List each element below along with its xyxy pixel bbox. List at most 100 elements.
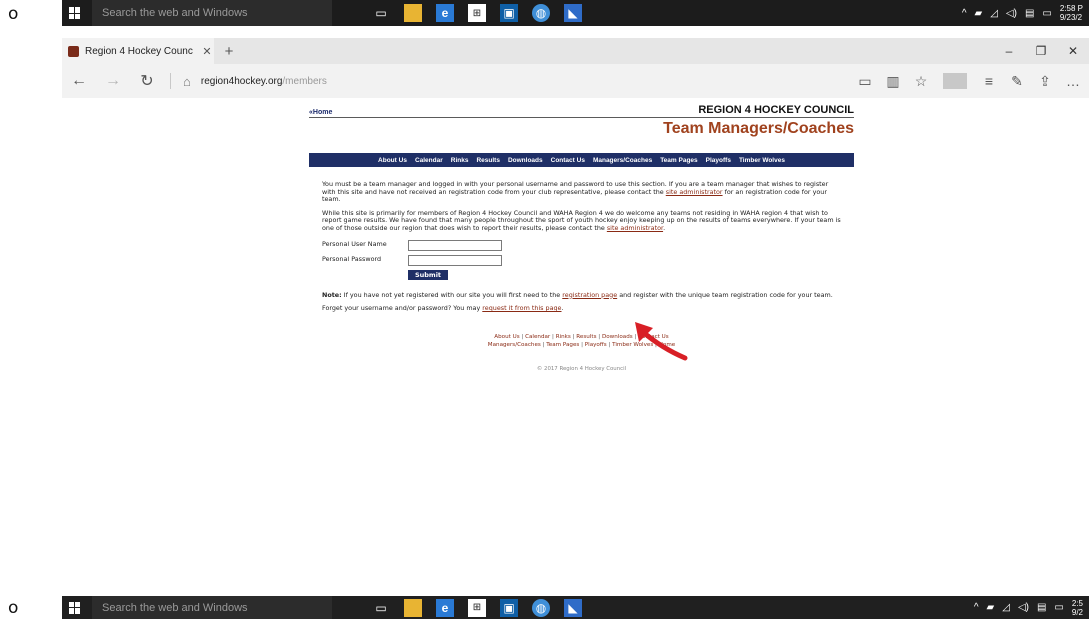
favorite-star-icon[interactable]: ☆ bbox=[909, 73, 933, 90]
windows-icon bbox=[69, 601, 81, 614]
more-icon[interactable]: … bbox=[1061, 73, 1085, 89]
media-icon[interactable]: ▣ bbox=[500, 4, 518, 22]
address-bar[interactable]: ⌂ region4hockey.org/members bbox=[183, 74, 327, 89]
close-tab-icon[interactable]: ✕ bbox=[200, 45, 214, 58]
globe-icon[interactable]: ◍ bbox=[532, 598, 550, 617]
chevron-up-icon[interactable]: ^ bbox=[962, 8, 967, 19]
margin-mark-top: o bbox=[8, 4, 19, 24]
registration-page-link[interactable]: registration page bbox=[562, 291, 617, 299]
file-explorer-icon[interactable] bbox=[404, 598, 422, 617]
network-icon[interactable]: ▰ bbox=[987, 602, 995, 613]
action-center-icon[interactable]: ▤ bbox=[1037, 602, 1046, 613]
menu-managers-coaches[interactable]: Managers/Coaches bbox=[593, 157, 652, 164]
site-admin-link-2[interactable]: site administrator bbox=[607, 224, 663, 232]
margin-mark-bottom: o bbox=[8, 598, 19, 618]
edge-icon[interactable]: e bbox=[436, 4, 454, 22]
keyboard-icon[interactable]: ▭ bbox=[1054, 602, 1063, 613]
site-brand: REGION 4 HOCKEY COUNCIL bbox=[698, 104, 854, 116]
store-icon[interactable]: ⊞ bbox=[468, 598, 486, 617]
main-content: You must be a team manager and logged in… bbox=[322, 180, 842, 313]
annotation-arrow-icon bbox=[635, 322, 688, 361]
footer-team-pages[interactable]: Team Pages bbox=[546, 342, 579, 348]
action-center-icon[interactable]: ▤ bbox=[1025, 8, 1034, 19]
forgot-text: Forget your username and/or password? Yo… bbox=[322, 304, 483, 313]
accessibility-icon[interactable]: ◣ bbox=[564, 598, 582, 617]
username-row: Personal User Name bbox=[322, 239, 842, 252]
footer-about-us[interactable]: About Us bbox=[494, 334, 519, 340]
footer-playoffs[interactable]: Playoffs bbox=[585, 342, 607, 348]
volume-icon[interactable]: ◁) bbox=[1006, 8, 1017, 19]
divider bbox=[943, 73, 967, 89]
wifi-icon[interactable]: ◿ bbox=[990, 8, 998, 19]
menu-about-us[interactable]: About Us bbox=[378, 157, 407, 164]
close-window-icon[interactable]: ✕ bbox=[1057, 38, 1089, 64]
request-password-link[interactable]: request it from this page bbox=[482, 304, 561, 312]
menu-playoffs[interactable]: Playoffs bbox=[706, 157, 731, 164]
restore-icon[interactable]: ❐ bbox=[1025, 38, 1057, 64]
store-icon[interactable]: ⊞ bbox=[468, 4, 486, 22]
footer-rinks[interactable]: Rinks bbox=[556, 334, 571, 340]
home-link[interactable]: «Home bbox=[309, 109, 332, 116]
note-paragraph: Note: If you have not yet registered wit… bbox=[322, 290, 842, 300]
minimize-icon[interactable]: – bbox=[993, 38, 1025, 64]
accessibility-icon[interactable]: ◣ bbox=[564, 4, 582, 22]
clock-bottom[interactable]: 2:5 9/2 bbox=[1072, 599, 1083, 617]
url-host: region4hockey.org bbox=[200, 75, 283, 87]
new-tab-icon[interactable]: + bbox=[218, 43, 240, 60]
footer-results[interactable]: Results bbox=[576, 334, 596, 340]
menu-contact-us[interactable]: Contact Us bbox=[551, 157, 585, 164]
browser-tab[interactable]: Region 4 Hockey Counc ✕ bbox=[62, 38, 214, 64]
task-view-icon[interactable]: ▭ bbox=[372, 599, 390, 617]
screenshot: o o Search the web and Windows ▭ e ⊞ ▣ ◍… bbox=[0, 0, 1089, 619]
clock-date: 9/2 bbox=[1071, 607, 1083, 617]
edge-icon[interactable]: e bbox=[436, 598, 454, 617]
menu-rinks[interactable]: Rinks bbox=[451, 157, 469, 164]
media-icon[interactable]: ▣ bbox=[500, 598, 518, 617]
username-field[interactable] bbox=[408, 239, 502, 251]
start-button-bottom[interactable] bbox=[62, 596, 88, 619]
note-text-end: and register with the unique team regist… bbox=[617, 290, 833, 299]
reading-view-icon[interactable]: ▭ bbox=[853, 73, 877, 90]
submit-button[interactable]: Submit bbox=[408, 269, 448, 280]
menu-downloads[interactable]: Downloads bbox=[508, 157, 543, 164]
password-field[interactable] bbox=[408, 254, 502, 266]
wifi-icon[interactable]: ◿ bbox=[1002, 602, 1010, 613]
taskbar-search-bottom[interactable]: Search the web and Windows bbox=[92, 596, 332, 619]
footer-links-2: Managers/Coaches | Team Pages | Playoffs… bbox=[487, 341, 676, 348]
forward-icon[interactable]: → bbox=[96, 72, 130, 90]
divider bbox=[170, 73, 171, 89]
footer-managers-coaches[interactable]: Managers/Coaches bbox=[488, 342, 541, 348]
menu-timber-wolves[interactable]: Timber Wolves bbox=[739, 157, 785, 164]
task-view-icon[interactable]: ▭ bbox=[372, 4, 390, 22]
globe-icon[interactable]: ◍ bbox=[532, 4, 550, 22]
chevron-up-icon[interactable]: ^ bbox=[974, 602, 979, 613]
menu-results[interactable]: Results bbox=[476, 157, 499, 164]
file-explorer-icon[interactable] bbox=[404, 4, 422, 22]
reading-list-icon[interactable]: ▥ bbox=[881, 73, 905, 90]
refresh-icon[interactable]: ↻ bbox=[130, 71, 164, 91]
clock[interactable]: 2:58 P 9/23/2 bbox=[1060, 4, 1083, 22]
site-header: «Home REGION 4 HOCKEY COUNCIL bbox=[309, 100, 854, 116]
hub-icon[interactable]: ≡ bbox=[977, 73, 1001, 89]
keyboard-icon[interactable]: ▭ bbox=[1042, 8, 1051, 19]
page-info-icon[interactable]: ⌂ bbox=[183, 74, 191, 89]
start-button[interactable] bbox=[62, 0, 88, 26]
volume-icon[interactable]: ◁) bbox=[1018, 602, 1029, 613]
web-note-icon[interactable]: ✎ bbox=[1005, 73, 1029, 90]
menu-calendar[interactable]: Calendar bbox=[415, 157, 443, 164]
network-icon[interactable]: ▰ bbox=[975, 8, 983, 19]
footer-links-1: About Us | Calendar | Rinks | Results | … bbox=[494, 333, 669, 340]
url-path: /members bbox=[282, 75, 327, 87]
site-admin-link[interactable]: site administrator bbox=[666, 188, 723, 196]
back-icon[interactable]: ← bbox=[62, 72, 96, 90]
menu-team-pages[interactable]: Team Pages bbox=[660, 157, 697, 164]
navigation-bar: ← → ↻ ⌂ region4hockey.org/members ▭ ▥ ☆ … bbox=[62, 64, 1089, 98]
site-menu: About Us Calendar Rinks Results Download… bbox=[309, 153, 854, 167]
taskbar-top: Search the web and Windows ▭ e ⊞ ▣ ◍ ◣ ^… bbox=[62, 0, 1089, 26]
page-title: Team Managers/Coaches bbox=[663, 120, 854, 137]
intro-paragraph: You must be a team manager and logged in… bbox=[322, 180, 842, 204]
system-tray: ^ ▰ ◿ ◁) ▤ ▭ 2:58 P 9/23/2 bbox=[962, 4, 1089, 22]
footer-calendar[interactable]: Calendar bbox=[525, 334, 550, 340]
share-icon[interactable]: ⇪ bbox=[1033, 73, 1057, 90]
taskbar-search[interactable]: Search the web and Windows bbox=[92, 0, 332, 26]
